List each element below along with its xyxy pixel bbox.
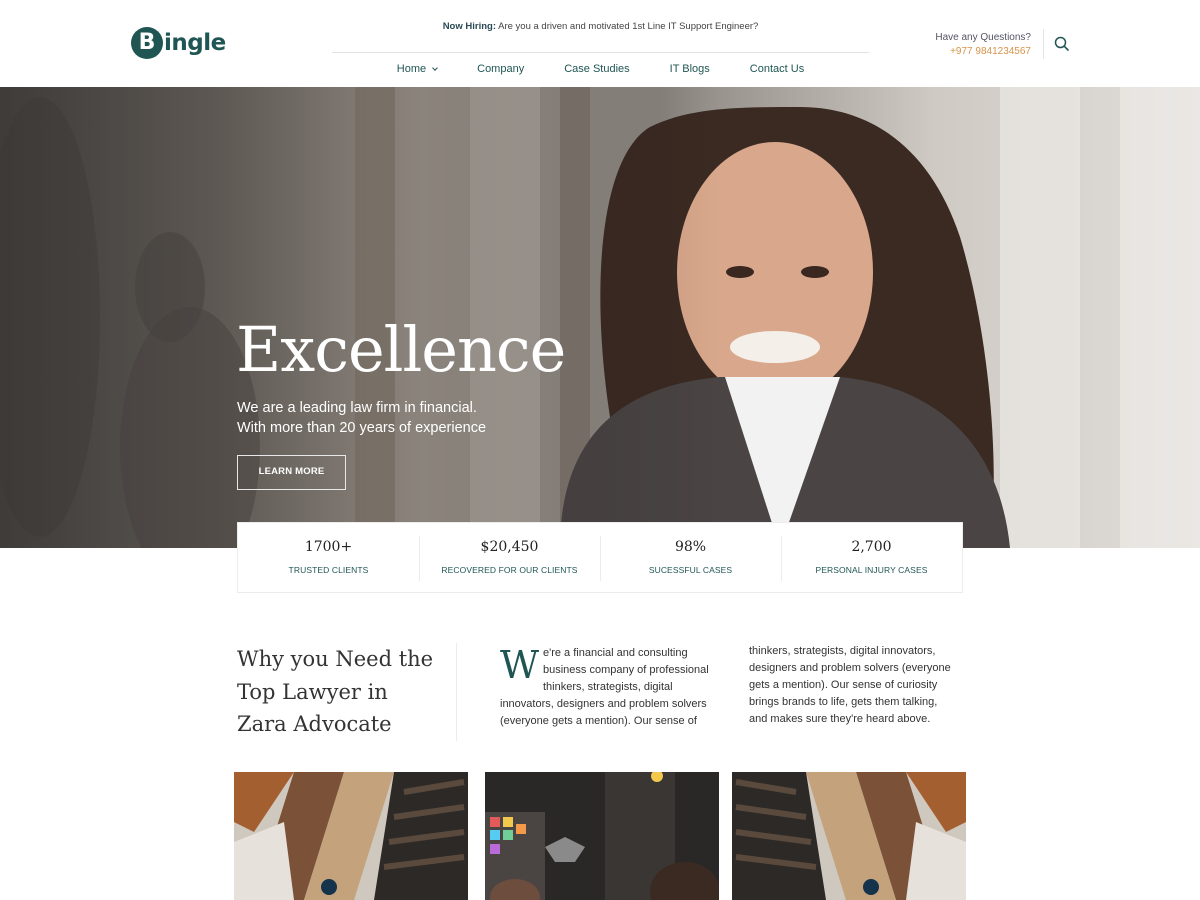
search-icon bbox=[1054, 36, 1069, 51]
case-image-card[interactable] bbox=[732, 772, 966, 900]
site-header: B ingle Now Hiring: Are you a driven and… bbox=[0, 0, 1200, 87]
why-section-divider bbox=[456, 643, 457, 741]
site-logo[interactable]: B ingle bbox=[131, 27, 226, 59]
staircase-image bbox=[732, 772, 966, 900]
nav-item-label: IT Blogs bbox=[669, 63, 710, 75]
main-nav: Home Company Case Studies IT Blogs Conta… bbox=[332, 63, 869, 75]
paragraph-line: business company of professional bbox=[543, 664, 709, 676]
nav-item-it-blogs[interactable]: IT Blogs bbox=[670, 63, 710, 75]
why-title-line: Top Lawyer in bbox=[237, 679, 388, 704]
chevron-down-icon bbox=[432, 64, 438, 71]
stat-label: RECOVERED FOR OUR CLIENTS bbox=[441, 565, 578, 575]
nav-item-label: Company bbox=[477, 63, 525, 75]
paragraph-line: thinkers, strategists, digital bbox=[543, 681, 673, 693]
why-text-column-1: e're a financial and consulting business… bbox=[500, 645, 712, 730]
announcement-text: Are you a driven and motivated 1st Line … bbox=[496, 21, 759, 32]
paragraph-line: e're a financial and consulting bbox=[543, 647, 688, 659]
case-image-card[interactable] bbox=[234, 772, 468, 900]
nav-item-home[interactable]: Home bbox=[396, 63, 438, 75]
hero-subtitle-line: With more than 20 years of experience bbox=[237, 420, 487, 436]
paragraph-line: gets a mention). Our sense of curiosity bbox=[749, 679, 938, 691]
stat-item: 2,700 PERSONAL INJURY CASES bbox=[781, 523, 962, 592]
case-image-card[interactable] bbox=[485, 772, 719, 900]
staircase-image bbox=[234, 772, 468, 900]
nav-item-case-studies[interactable]: Case Studies bbox=[564, 63, 629, 75]
paragraph-line: and makes sure they're heard above. bbox=[749, 713, 931, 725]
logo-wordmark: ingle bbox=[164, 30, 226, 56]
header-vertical-divider bbox=[1043, 29, 1044, 59]
header-divider bbox=[332, 52, 869, 53]
paragraph-line: brings brands to life, gets them talking… bbox=[749, 696, 938, 708]
paragraph-line: (everyone gets a mention). Our sense of bbox=[500, 715, 697, 727]
nav-item-label: Case Studies bbox=[564, 63, 630, 75]
stat-item: $20,450 RECOVERED FOR OUR CLIENTS bbox=[419, 523, 600, 592]
contact-phone[interactable]: +977 9841234567 bbox=[935, 45, 1031, 59]
nav-item-company[interactable]: Company bbox=[477, 63, 524, 75]
stat-item: 98% SUCESSFUL CASES bbox=[600, 523, 781, 592]
stat-value: 98% bbox=[674, 539, 707, 555]
why-title-line: Zara Advocate bbox=[237, 712, 392, 736]
hero-subtitle: We are a leading law firm in financial. … bbox=[237, 398, 486, 438]
paragraph-line: designers and problem solvers (everyone bbox=[749, 662, 951, 674]
why-title-line: Why you Need the bbox=[237, 647, 434, 671]
stat-item: 1700+ TRUSTED CLIENTS bbox=[238, 523, 419, 592]
search-button[interactable] bbox=[1053, 35, 1071, 53]
stat-value: 2,700 bbox=[851, 539, 892, 555]
stat-value: $20,450 bbox=[480, 539, 539, 555]
nav-item-label: Home bbox=[396, 63, 427, 75]
why-section-title: Why you Need the Top Lawyer in Zara Advo… bbox=[237, 643, 433, 741]
contact-question: Have any Questions? bbox=[935, 32, 1031, 43]
logo-mark: B bbox=[131, 27, 163, 59]
contact-info: Have any Questions? +977 9841234567 bbox=[935, 31, 1031, 59]
paragraph-line: innovators, designers and problem solver… bbox=[500, 698, 707, 710]
paragraph-line: thinkers, strategists, digital innovator… bbox=[749, 645, 936, 657]
learn-more-button[interactable]: LEARN MORE bbox=[237, 455, 346, 490]
stat-label: SUCESSFUL CASES bbox=[648, 565, 733, 575]
office-team-image bbox=[485, 772, 719, 900]
hero-title: Excellence bbox=[236, 313, 566, 386]
stats-bar: 1700+ TRUSTED CLIENTS $20,450 RECOVERED … bbox=[237, 522, 963, 593]
stat-label: TRUSTED CLIENTS bbox=[288, 565, 369, 575]
nav-item-label: Contact Us bbox=[749, 63, 805, 75]
hiring-announcement[interactable]: Now Hiring: Are you a driven and motivat… bbox=[332, 21, 869, 32]
hero-banner: Excellence We are a leading law firm in … bbox=[0, 87, 1200, 548]
stat-label: PERSONAL INJURY CASES bbox=[815, 565, 928, 575]
hero-subtitle-line: We are a leading law firm in financial. bbox=[237, 400, 477, 416]
why-text-column-2: thinkers, strategists, digital innovator… bbox=[749, 643, 964, 728]
nav-item-contact-us[interactable]: Contact Us bbox=[750, 63, 804, 75]
stat-value: 1700+ bbox=[304, 539, 353, 555]
hero-background-image bbox=[0, 87, 1200, 548]
announcement-label: Now Hiring: bbox=[442, 21, 496, 32]
